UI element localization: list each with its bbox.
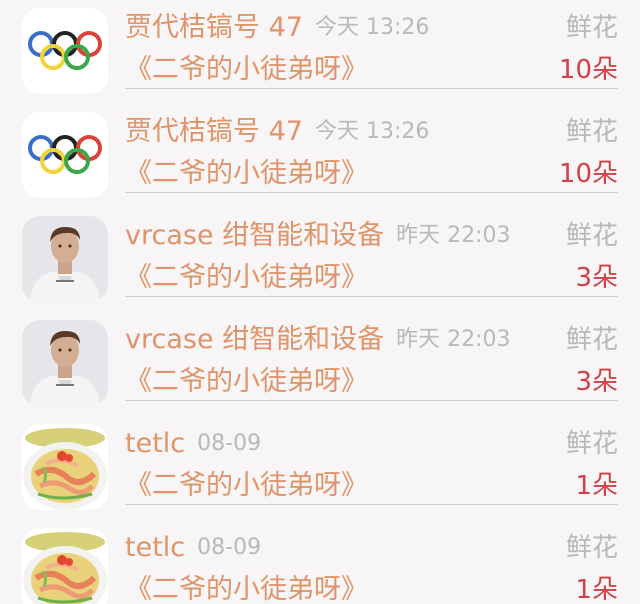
row-detail: 《二爷的小徒弟呀》 10朵: [125, 50, 618, 90]
gift-type-label: 鲜花: [565, 117, 618, 147]
row-divider: [125, 296, 618, 297]
row-divider: [125, 400, 618, 401]
olympic-rings-avatar[interactable]: [22, 8, 108, 94]
gift-count: 10朵: [558, 159, 618, 189]
noodle-dish-avatar[interactable]: [22, 424, 108, 510]
man-portrait-avatar[interactable]: [22, 216, 108, 302]
book-title-link[interactable]: 《二爷的小徒弟呀》: [125, 470, 368, 501]
gift-type-label: 鲜花: [565, 221, 618, 251]
gift-count: 10朵: [558, 55, 618, 85]
list-item[interactable]: 贾代桔镐号 47 今天 13:26 鲜花 《二爷的小徒弟呀》 10朵: [0, 0, 640, 104]
timestamp: 今天 13:26: [314, 15, 430, 40]
row-header: vrcase 绀智能和设备 昨天 22:03 鲜花: [125, 216, 618, 256]
gift-type-label: 鲜花: [565, 13, 618, 43]
timestamp: 昨天 22:03: [396, 223, 511, 248]
sender-name[interactable]: vrcase 绀智能和设备: [125, 220, 384, 251]
gift-count: 3朵: [575, 367, 618, 397]
book-title-link[interactable]: 《二爷的小徒弟呀》: [125, 574, 368, 604]
book-title-link[interactable]: 《二爷的小徒弟呀》: [125, 158, 368, 189]
list-item[interactable]: tetlc 08-09 鲜花 《二爷的小徒弟呀》 1朵: [0, 416, 640, 520]
timestamp: 昨天 22:03: [396, 327, 511, 352]
gift-count: 3朵: [575, 263, 618, 293]
list-item[interactable]: 贾代桔镐号 47 今天 13:26 鲜花 《二爷的小徒弟呀》 10朵: [0, 104, 640, 208]
row-detail: 《二爷的小徒弟呀》 10朵: [125, 154, 618, 194]
list-item[interactable]: tetlc 08-09 鲜花 《二爷的小徒弟呀》 1朵: [0, 520, 640, 604]
sender-name[interactable]: vrcase 绀智能和设备: [125, 324, 384, 355]
timestamp: 今天 13:26: [314, 119, 430, 144]
row-header: tetlc 08-09 鲜花: [125, 528, 618, 568]
row-detail: 《二爷的小徒弟呀》 1朵: [125, 466, 618, 506]
list-item[interactable]: vrcase 绀智能和设备 昨天 22:03 鲜花 《二爷的小徒弟呀》 3朵: [0, 208, 640, 312]
gift-type-label: 鲜花: [565, 325, 618, 355]
row-header: 贾代桔镐号 47 今天 13:26 鲜花: [125, 8, 618, 48]
row-divider: [125, 192, 618, 193]
row-detail: 《二爷的小徒弟呀》 3朵: [125, 362, 618, 402]
row-divider: [125, 504, 618, 505]
noodle-dish-avatar[interactable]: [22, 528, 108, 604]
row-detail: 《二爷的小徒弟呀》 1朵: [125, 570, 618, 604]
man-portrait-icon: [22, 320, 108, 406]
olympic-rings-icon: [22, 8, 108, 94]
sender-name[interactable]: tetlc: [125, 532, 185, 563]
row-header: vrcase 绀智能和设备 昨天 22:03 鲜花: [125, 320, 618, 360]
sender-name[interactable]: tetlc: [125, 428, 185, 459]
gift-type-label: 鲜花: [565, 429, 618, 459]
sender-name[interactable]: 贾代桔镐号 47: [125, 12, 303, 43]
row-detail: 《二爷的小徒弟呀》 3朵: [125, 258, 618, 298]
book-title-link[interactable]: 《二爷的小徒弟呀》: [125, 366, 368, 397]
timestamp: 08-09: [197, 431, 262, 456]
book-title-link[interactable]: 《二爷的小徒弟呀》: [125, 54, 368, 85]
row-header: 贾代桔镐号 47 今天 13:26 鲜花: [125, 112, 618, 152]
gift-type-label: 鲜花: [565, 533, 618, 563]
noodle-dish-icon: [22, 528, 108, 604]
list-item[interactable]: vrcase 绀智能和设备 昨天 22:03 鲜花 《二爷的小徒弟呀》 3朵: [0, 312, 640, 416]
man-portrait-avatar[interactable]: [22, 320, 108, 406]
book-title-link[interactable]: 《二爷的小徒弟呀》: [125, 262, 368, 293]
sender-name[interactable]: 贾代桔镐号 47: [125, 116, 303, 147]
olympic-rings-avatar[interactable]: [22, 112, 108, 198]
olympic-rings-icon: [22, 112, 108, 198]
man-portrait-icon: [22, 216, 108, 302]
noodle-dish-icon: [22, 424, 108, 510]
timestamp: 08-09: [197, 535, 262, 560]
row-header: tetlc 08-09 鲜花: [125, 424, 618, 464]
gift-count: 1朵: [575, 575, 618, 604]
gift-count: 1朵: [575, 471, 618, 501]
row-divider: [125, 88, 618, 89]
gift-record-list: 贾代桔镐号 47 今天 13:26 鲜花 《二爷的小徒弟呀》 10朵 贾代桔镐号 …: [0, 0, 640, 604]
